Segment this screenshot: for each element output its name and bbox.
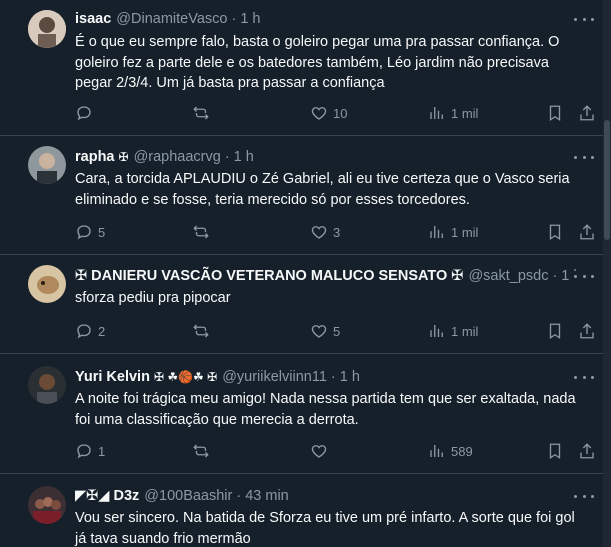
avatar[interactable] — [28, 146, 66, 184]
like-count: 10 — [333, 105, 348, 121]
retweet-button[interactable] — [192, 103, 215, 123]
reply-count: 1 — [98, 443, 106, 459]
like-count: 5 — [333, 323, 341, 339]
views-count: 1 mil — [451, 323, 479, 339]
reply-count: 5 — [98, 224, 106, 240]
retweet-button[interactable] — [192, 441, 215, 461]
share-icon[interactable] — [578, 223, 596, 246]
more-icon[interactable] — [574, 271, 594, 281]
author-name[interactable]: rapha — [75, 149, 115, 165]
bookmark-icon[interactable] — [546, 442, 564, 465]
views-icon — [430, 107, 443, 119]
views-count: 1 mil — [451, 224, 479, 240]
like-button[interactable]: 3 — [310, 222, 340, 242]
avatar[interactable] — [28, 10, 66, 48]
author-name[interactable]: ◤✠◢ D3z — [75, 488, 139, 504]
author-handle[interactable]: @100Baashir — [144, 488, 232, 504]
share-icon[interactable] — [578, 104, 596, 127]
tweet-text: Vou ser sincero. Na batida de Sforza eu … — [75, 510, 575, 547]
reply-icon — [77, 106, 91, 121]
heart-icon — [311, 445, 327, 458]
tweet-header: ✠ DANIERU VASCÃO VETERANO MALUCO SENSATO… — [75, 266, 581, 286]
retweet-icon — [193, 106, 209, 120]
author-name[interactable]: Yuri Kelvin — [75, 369, 150, 385]
timestamp[interactable]: · 1 h — [225, 149, 254, 165]
views-icon — [430, 325, 443, 337]
retweet-icon — [193, 324, 209, 338]
tweet-3[interactable]: ✠ DANIERU VASCÃO VETERANO MALUCO SENSATO… — [0, 255, 603, 354]
reply-count: 2 — [98, 323, 106, 339]
avatar[interactable] — [28, 366, 66, 404]
share-icon[interactable] — [578, 322, 596, 345]
author-badge: ✠ — [118, 150, 129, 164]
author-handle[interactable]: @yuriikelviinn11 — [222, 369, 327, 385]
more-icon[interactable] — [574, 14, 594, 24]
tweet-5[interactable]: ◤✠◢ D3z @100Baashir · 43 min Vou ser sin… — [0, 474, 603, 547]
tweet-actions: 10 1 mil — [75, 103, 595, 123]
tweet-1[interactable]: isaac @DinamiteVasco · 1 h É o que eu se… — [0, 0, 603, 136]
author-handle[interactable]: @DinamiteVasco — [116, 11, 227, 27]
timestamp[interactable]: · 1 h — [331, 369, 360, 385]
tweet-header: rapha ✠ @raphaacrvg · 1 h — [75, 147, 254, 167]
author-handle[interactable]: @sakt_psdc — [468, 268, 548, 284]
heart-icon — [311, 226, 327, 239]
avatar[interactable] — [28, 265, 66, 303]
avatar[interactable] — [28, 486, 66, 524]
reply-button[interactable]: 1 — [75, 441, 105, 461]
retweet-icon — [193, 225, 209, 239]
retweet-button[interactable] — [192, 321, 215, 341]
views-button[interactable]: 1 mil — [428, 222, 478, 242]
like-button[interactable]: 10 — [310, 103, 347, 123]
tweet-actions: 1 589 — [75, 441, 595, 461]
views-count: 589 — [451, 443, 473, 459]
retweet-icon — [193, 444, 209, 458]
views-button[interactable]: 1 mil — [428, 321, 478, 341]
reply-icon — [77, 225, 91, 240]
reply-button[interactable]: 2 — [75, 321, 105, 341]
more-icon[interactable] — [574, 152, 594, 162]
tweet-actions: 2 5 1 mil — [75, 321, 595, 341]
like-count: 3 — [333, 224, 341, 240]
bookmark-icon[interactable] — [546, 104, 564, 127]
views-icon — [430, 445, 443, 457]
heart-icon — [311, 325, 327, 338]
tweet-2[interactable]: rapha ✠ @raphaacrvg · 1 h Cara, a torcid… — [0, 136, 603, 255]
author-handle[interactable]: @raphaacrvg — [134, 149, 221, 165]
more-icon[interactable] — [574, 372, 594, 382]
share-icon[interactable] — [578, 442, 596, 465]
timestamp[interactable]: · 43 min — [236, 488, 288, 504]
tweet-header: ◤✠◢ D3z @100Baashir · 43 min — [75, 486, 289, 506]
reply-button[interactable] — [75, 103, 98, 123]
author-badge: ✠ ☘🏀☘ ✠ — [153, 370, 218, 384]
tweet-actions: 5 3 1 mil — [75, 222, 595, 242]
reply-icon — [77, 324, 91, 339]
tweet-text: É o que eu sempre falo, basta o goleiro … — [75, 34, 560, 91]
more-icon[interactable] — [574, 491, 594, 501]
author-name[interactable]: isaac — [75, 11, 111, 27]
scrollbar[interactable] — [603, 0, 611, 547]
like-button[interactable]: 5 — [310, 321, 340, 341]
tweet-4[interactable]: Yuri Kelvin ✠ ☘🏀☘ ✠ @yuriikelviinn11 · 1… — [0, 354, 603, 474]
timestamp[interactable]: · 1 h — [231, 11, 260, 27]
tweet-text: A noite foi trágica meu amigo! Nada ness… — [75, 391, 576, 428]
heart-icon — [311, 107, 327, 120]
retweet-button[interactable] — [192, 222, 215, 242]
author-name[interactable]: ✠ DANIERU VASCÃO VETERANO MALUCO SENSATO… — [75, 268, 463, 284]
views-button[interactable]: 589 — [428, 441, 473, 461]
tweet-text: sforza pediu pra pipocar — [75, 290, 231, 306]
tweet-text: Cara, a torcida APLAUDIU o Zé Gabriel, a… — [75, 171, 570, 208]
like-button[interactable] — [310, 441, 333, 461]
tweet-header: Yuri Kelvin ✠ ☘🏀☘ ✠ @yuriikelviinn11 · 1… — [75, 367, 360, 387]
views-button[interactable]: 1 mil — [428, 103, 478, 123]
views-icon — [430, 226, 443, 238]
views-count: 1 mil — [451, 105, 479, 121]
reply-icon — [77, 444, 91, 459]
bookmark-icon[interactable] — [546, 322, 564, 345]
reply-button[interactable]: 5 — [75, 222, 105, 242]
scrollbar-thumb[interactable] — [604, 120, 610, 240]
bookmark-icon[interactable] — [546, 223, 564, 246]
timeline-feed: isaac @DinamiteVasco · 1 h É o que eu se… — [0, 0, 611, 547]
tweet-header: isaac @DinamiteVasco · 1 h — [75, 9, 260, 29]
